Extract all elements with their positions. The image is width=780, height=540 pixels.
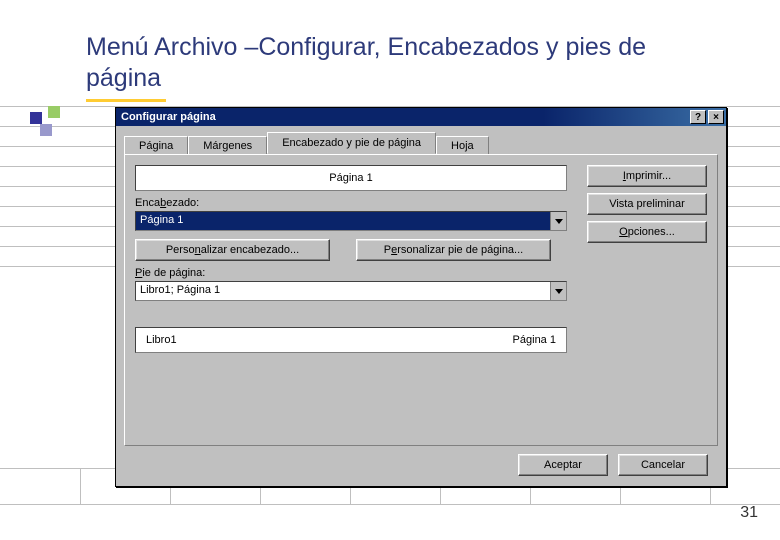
tab-margenes[interactable]: Márgenes [188, 136, 267, 155]
footer-combo-dropdown[interactable] [550, 282, 566, 300]
print-button[interactable]: Imprimir... [587, 165, 707, 187]
ok-button[interactable]: Aceptar [518, 454, 608, 476]
help-button[interactable]: ? [690, 110, 706, 124]
tab-strip: Página Márgenes Encabezado y pie de pági… [124, 132, 718, 154]
header-preview: Página 1 [135, 165, 567, 191]
footer-preview: Libro1 Página 1 [135, 327, 567, 353]
options-button[interactable]: Opciones... [587, 221, 707, 243]
cancel-button[interactable]: Cancelar [618, 454, 708, 476]
page-setup-dialog: Configurar página ? × Página Márgenes En… [115, 107, 727, 487]
question-icon: ? [695, 112, 701, 123]
titlebar[interactable]: Configurar página ? × [116, 108, 726, 126]
close-icon: × [713, 112, 719, 123]
tab-hoja[interactable]: Hoja [436, 136, 489, 155]
header-combo-value: Página 1 [136, 212, 550, 230]
print-preview-button[interactable]: Vista preliminar [587, 193, 707, 215]
close-button[interactable]: × [708, 110, 724, 124]
header-combo-dropdown[interactable] [550, 212, 566, 230]
header-combo[interactable]: Página 1 [135, 211, 567, 231]
slide-title: Menú Archivo –Configurar, Encabezados y … [86, 32, 706, 95]
customize-header-button[interactable]: Personalizar encabezado... [135, 239, 330, 261]
header-preview-center: Página 1 [329, 172, 372, 184]
tab-pagina[interactable]: Página [124, 136, 188, 155]
tab-encabezado-pie[interactable]: Encabezado y pie de página [267, 132, 436, 154]
footer-combo[interactable]: Libro1; Página 1 [135, 281, 567, 301]
footer-label: Pie de página: [135, 267, 707, 279]
title-underline-accent [86, 99, 166, 102]
chevron-down-icon [555, 219, 563, 224]
footer-combo-value: Libro1; Página 1 [136, 282, 550, 300]
footer-preview-right: Página 1 [513, 334, 556, 346]
footer-preview-left: Libro1 [146, 334, 177, 346]
slide-page-number: 31 [740, 504, 758, 522]
window-title: Configurar página [118, 111, 688, 123]
customize-footer-button[interactable]: Personalizar pie de página... [356, 239, 551, 261]
tab-panel-encabezado: Imprimir... Vista preliminar Opciones...… [124, 154, 718, 446]
chevron-down-icon [555, 289, 563, 294]
